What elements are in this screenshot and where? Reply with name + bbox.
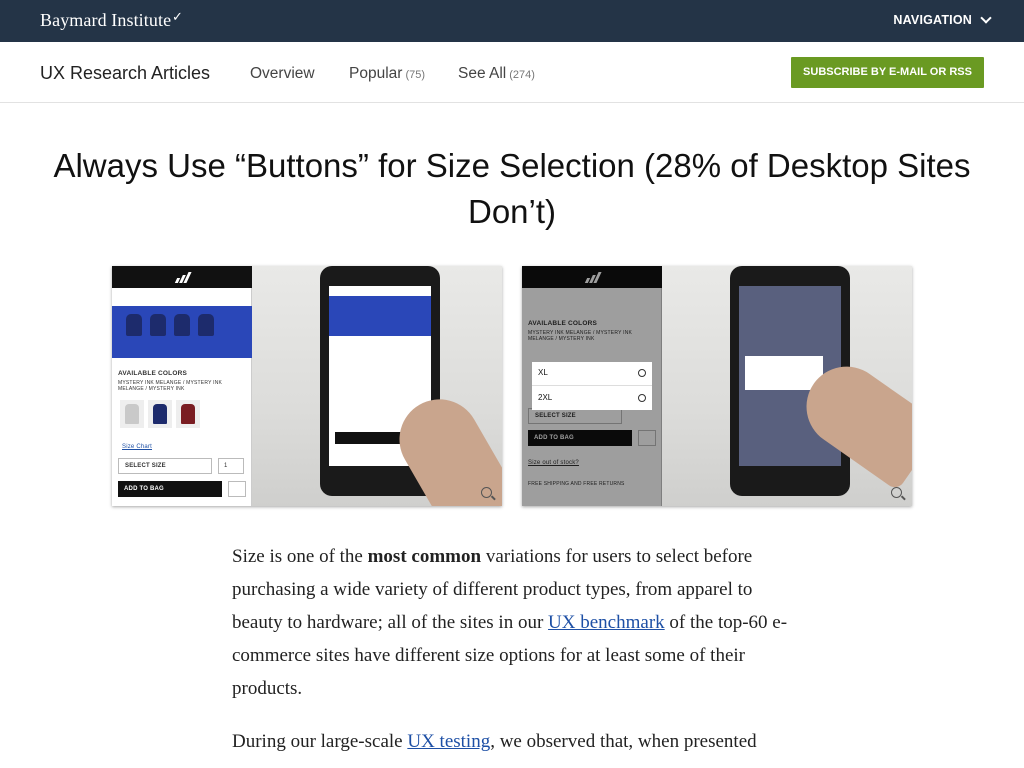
zoom-icon — [481, 487, 492, 498]
product-thumbnail — [150, 314, 166, 336]
subscribe-button[interactable]: SUBSCRIBE BY E-MAIL OR RSS — [791, 57, 984, 88]
nav-link-overview[interactable]: Overview — [250, 65, 315, 83]
nav-link-count: (274) — [509, 69, 535, 81]
quantity-dropdown: 1 — [218, 458, 244, 474]
paragraph-emphasis: most common — [367, 546, 482, 567]
navigation-label: NAVIGATION — [893, 13, 972, 27]
article-paragraph: During our large-scale UX testing, we ob… — [232, 725, 802, 758]
chevron-down-icon — [980, 12, 992, 24]
section-title[interactable]: UX Research Articles — [40, 63, 210, 84]
product-thumbnail — [174, 314, 190, 336]
article-image-size-dropdown[interactable]: AVAILABLE COLORS MYSTERY INK MELANGE / M… — [112, 266, 502, 506]
mobile-product-page: AVAILABLE COLORS MYSTERY INK MELANGE / M… — [112, 266, 252, 506]
color-names: MYSTERY INK MELANGE / MYSTERY INK MELANG… — [118, 380, 223, 392]
nav-link-label: Overview — [250, 65, 315, 82]
ux-testing-link[interactable]: UX testing — [407, 731, 490, 752]
mobile-header — [112, 266, 252, 288]
add-to-bag-label: ADD TO BAG — [124, 486, 164, 492]
nav-link-label: See All — [458, 65, 507, 82]
article-image-size-buttons[interactable]: AVAILABLE COLORS MYSTERY INK MELANGE / M… — [522, 266, 912, 506]
size-option-list: XL 2XL — [532, 362, 652, 410]
article-paragraph: Size is one of the most common variation… — [232, 540, 802, 705]
nav-link-label: Popular — [349, 65, 403, 82]
paragraph-text: During our large-scale — [232, 731, 408, 752]
color-swatch — [148, 400, 172, 428]
radio-icon — [638, 369, 646, 377]
select-size-dropdown: SELECT SIZE — [118, 458, 212, 474]
paragraph-text: , we observed that, when presented — [490, 731, 757, 752]
size-option-xl: XL — [538, 368, 548, 377]
nav-link-see-all[interactable]: See All (274) — [458, 65, 535, 83]
size-chart-link: Size Chart — [122, 444, 153, 450]
nav-link-popular[interactable]: Popular (75) — [349, 65, 425, 83]
select-size-label: SELECT SIZE — [125, 463, 166, 469]
color-swatch — [176, 400, 200, 428]
add-to-bag-button: ADD TO BAG — [118, 481, 222, 497]
mobile-product-page: AVAILABLE COLORS MYSTERY INK MELANGE / M… — [522, 266, 662, 506]
radio-icon — [638, 394, 646, 402]
navigation-toggle[interactable]: NAVIGATION — [893, 12, 992, 27]
article-title: Always Use “Buttons” for Size Selection … — [53, 147, 971, 230]
available-colors-label: AVAILABLE COLORS — [118, 370, 188, 377]
ux-benchmark-link[interactable]: UX benchmark — [548, 612, 665, 633]
quantity-value: 1 — [224, 463, 228, 469]
logo-mark-icon: ✓ — [172, 9, 183, 24]
paragraph-text: Size is one of the — [232, 546, 368, 567]
adidas-logo-icon — [174, 271, 192, 283]
wishlist-heart-icon — [228, 481, 246, 497]
baymard-logo[interactable]: Baymard Institute — [40, 10, 171, 31]
top-bar: Baymard Institute ✓ NAVIGATION — [0, 0, 1024, 42]
color-swatch — [120, 400, 144, 428]
sub-navigation: UX Research Articles Overview Popular (75… — [0, 42, 1024, 103]
nav-link-count: (75) — [405, 69, 425, 81]
size-option-2xl: 2XL — [538, 393, 553, 402]
zoom-icon — [891, 487, 902, 498]
product-thumbnail — [198, 314, 214, 336]
product-thumbnail — [126, 314, 142, 336]
